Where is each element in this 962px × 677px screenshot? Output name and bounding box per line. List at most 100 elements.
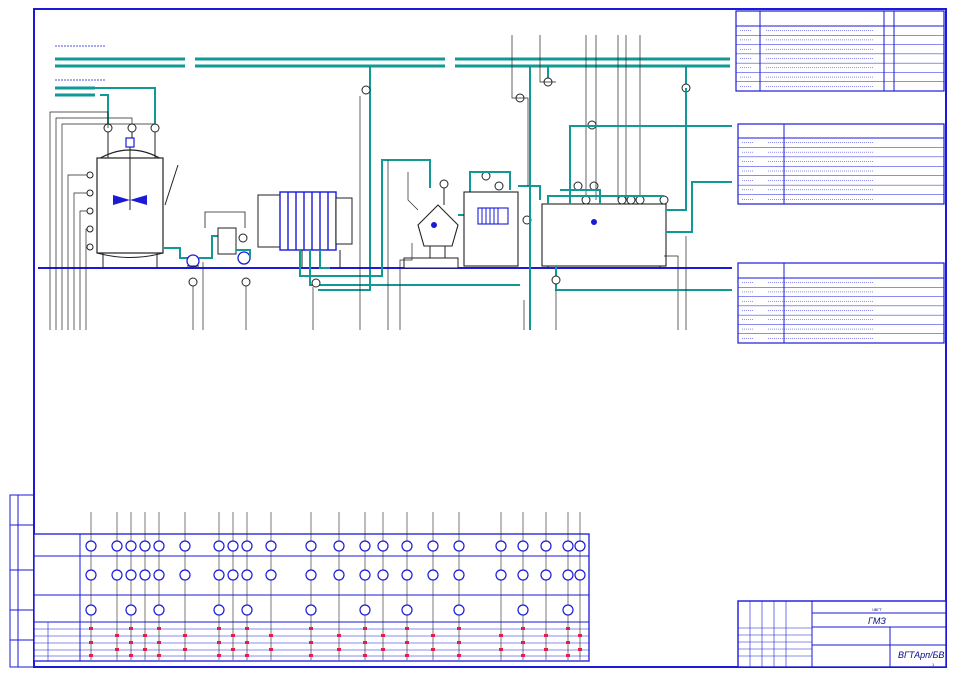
signal-mark: [129, 654, 133, 657]
panel-instrument: [139, 540, 151, 552]
panel-instrument: [139, 569, 151, 581]
signal-mark: [521, 654, 525, 657]
pump: [163, 247, 204, 330]
signal-mark: [89, 654, 93, 657]
signal-mark: [431, 648, 435, 651]
signal-mark: [217, 654, 221, 657]
left-binding-strip: [9, 494, 35, 668]
legend-table-middle: [737, 123, 945, 205]
panel-instrument: [153, 569, 165, 581]
signal-mark: [544, 648, 548, 651]
signal-mark: [231, 634, 235, 637]
panel-instrument: [305, 604, 317, 616]
panel-instrument: [111, 569, 123, 581]
instrument-panel: [33, 512, 590, 662]
signal-mark: [431, 634, 435, 637]
panel-instrument: [562, 540, 574, 552]
panel-instrument: [562, 569, 574, 581]
panel-instrument: [401, 569, 413, 581]
panel-instrument: [574, 569, 586, 581]
panel-instrument: [305, 540, 317, 552]
panel-instrument: [125, 540, 137, 552]
signal-mark: [309, 641, 313, 644]
signal-mark: [405, 641, 409, 644]
panel-instrument: [213, 604, 225, 616]
panel-instrument: [125, 569, 137, 581]
signal-mark: [183, 648, 187, 651]
signal-mark: [269, 634, 273, 637]
panel-instrument: [401, 540, 413, 552]
signal-mark: [217, 641, 221, 644]
signal-mark: [363, 627, 367, 630]
panel-instrument: [540, 569, 552, 581]
signal-mark: [143, 648, 147, 651]
panel-instrument: [377, 540, 389, 552]
panel-instrument: [359, 540, 371, 552]
signal-mark: [578, 648, 582, 651]
signal-mark: [521, 627, 525, 630]
panel-instrument: [111, 540, 123, 552]
panel-instrument: [540, 540, 552, 552]
panel-instrument: [517, 540, 529, 552]
panel-instrument: [227, 569, 239, 581]
signal-mark: [157, 627, 161, 630]
valves-top: [361, 77, 691, 191]
signal-mark: [245, 654, 249, 657]
panel-instrument: [85, 569, 97, 581]
panel-instrument: [359, 604, 371, 616]
signal-mark: [363, 641, 367, 644]
signal-mark: [245, 641, 249, 644]
panel-instrument: [517, 604, 529, 616]
legend-table-bottom: [737, 262, 945, 344]
storage-tank: [541, 88, 732, 330]
panel-instrument: [401, 604, 413, 616]
signal-mark: [499, 648, 503, 651]
signal-mark: [115, 634, 119, 637]
signal-mark: [269, 648, 273, 651]
panel-instrument: [377, 569, 389, 581]
signal-mark: [309, 654, 313, 657]
panel-instrument: [333, 540, 345, 552]
process-flow-diagram: ЧВГТ ГМЗ ВГТАрп/БВ 1: [9, 8, 947, 668]
signal-mark: [457, 641, 461, 644]
panel-instrument: [333, 569, 345, 581]
signal-mark: [457, 627, 461, 630]
signal-mark: [245, 627, 249, 630]
signal-mark: [337, 648, 341, 651]
panel-instrument: [241, 604, 253, 616]
panel-instrument: [227, 540, 239, 552]
panel-instrument: [359, 569, 371, 581]
signal-mark: [566, 641, 570, 644]
signal-mark: [457, 654, 461, 657]
separator: [399, 172, 471, 330]
signal-mark: [381, 634, 385, 637]
title-block: ЧВГТ ГМЗ ВГТАрп/БВ 1: [737, 600, 947, 668]
signal-mark: [544, 634, 548, 637]
panel-instrument: [265, 540, 277, 552]
signal-mark: [129, 641, 133, 644]
panel-instrument: [453, 569, 465, 581]
panel-instrument: [241, 540, 253, 552]
panel-instrument: [241, 569, 253, 581]
tank-with-agitator: [86, 123, 179, 268]
signal-mark: [183, 634, 187, 637]
panel-instrument: [453, 540, 465, 552]
signal-mark: [157, 654, 161, 657]
signal-mark: [143, 634, 147, 637]
panel-instrument: [574, 540, 586, 552]
panel-instrument: [85, 604, 97, 616]
panel-instrument: [153, 604, 165, 616]
panel-instrument: [153, 540, 165, 552]
signal-mark: [521, 641, 525, 644]
panel-instrument: [125, 604, 137, 616]
panel-instrument: [179, 540, 191, 552]
panel-instrument: [179, 569, 191, 581]
signal-mark: [309, 627, 313, 630]
panel-instrument: [305, 569, 317, 581]
signal-mark: [578, 634, 582, 637]
balance-tank: [199, 211, 251, 330]
panel-instrument: [562, 604, 574, 616]
drawing-sheet: ЧВГТ ГМЗ ВГТАрп/БВ 1: [0, 0, 962, 672]
signal-mark: [231, 648, 235, 651]
signal-mark: [115, 648, 119, 651]
